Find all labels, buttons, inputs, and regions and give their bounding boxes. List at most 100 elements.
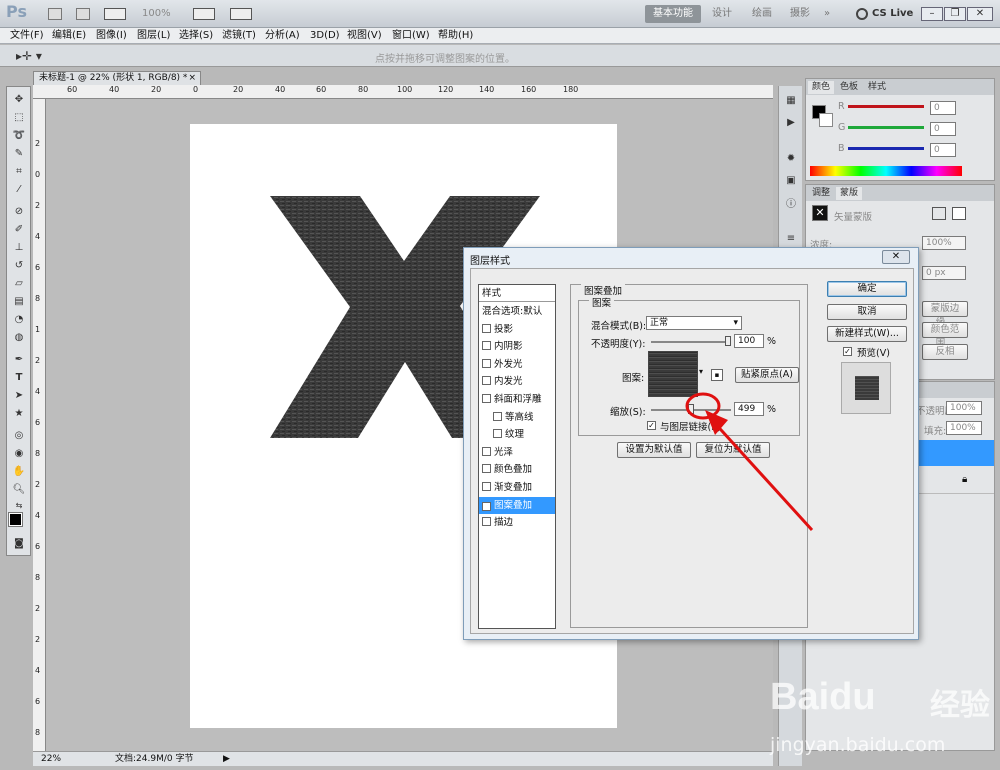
invert-button[interactable]: 反相 <box>922 344 968 360</box>
style-item[interactable]: 颜色叠加 <box>479 461 555 478</box>
eyedropper-tool-icon[interactable]: ⁄ <box>11 183 27 197</box>
quick-mask-icon[interactable]: ◙ <box>11 537 27 551</box>
color-spectrum-bar[interactable] <box>810 166 962 176</box>
layer-opacity-field[interactable]: 100% <box>946 401 982 415</box>
menu-help[interactable]: 帮助(H) <box>438 29 473 43</box>
opacity-slider-thumb[interactable] <box>725 336 731 346</box>
pen-tool-icon[interactable]: ✒ <box>11 353 27 367</box>
eraser-tool-icon[interactable]: ▱ <box>11 277 27 291</box>
path-select-tool-icon[interactable]: ➤ <box>11 389 27 403</box>
style-item[interactable]: ✓ 图案叠加 <box>479 496 555 514</box>
style-item[interactable]: 内阴影 <box>479 338 555 355</box>
menu-3d[interactable]: 3D(D) <box>310 29 340 43</box>
ok-button[interactable]: 确定 <box>827 281 907 297</box>
feather-field[interactable]: 0 px <box>922 266 966 280</box>
opacity-slider-track[interactable] <box>651 341 731 343</box>
link-with-layer-checkbox[interactable]: ✓ <box>647 421 656 430</box>
menu-window[interactable]: 窗口(W) <box>392 29 430 43</box>
preview-checkbox[interactable]: ✓ <box>843 347 852 356</box>
info-panel-icon[interactable]: ⓘ <box>783 198 799 212</box>
workspace-photography[interactable]: 摄影 <box>783 5 817 23</box>
minimize-button[interactable]: – <box>921 7 943 21</box>
tab-styles[interactable]: 样式 <box>864 81 890 94</box>
style-checkbox[interactable] <box>482 446 491 456</box>
workspace-essentials[interactable]: 基本功能 <box>645 5 701 23</box>
style-checkbox[interactable]: ✓ <box>482 501 491 511</box>
styles-header[interactable]: 样式 <box>479 285 555 302</box>
document-tab[interactable]: 未标题-1 @ 22% (形状 1, RGB/8) * × <box>33 71 201 85</box>
style-checkbox[interactable] <box>493 411 502 421</box>
crop-tool-icon[interactable]: ⌗ <box>11 165 27 179</box>
history-brush-tool-icon[interactable]: ↺ <box>11 259 27 273</box>
bridge-icon[interactable] <box>48 8 62 20</box>
style-item[interactable]: 内发光 <box>479 373 555 390</box>
close-button[interactable]: ✕ <box>967 7 993 21</box>
status-menu-icon[interactable]: ▶ <box>223 752 230 766</box>
style-item[interactable]: 描边 <box>479 514 555 531</box>
style-checkbox[interactable] <box>482 517 491 527</box>
lasso-tool-icon[interactable]: ➰ <box>11 129 27 143</box>
menu-edit[interactable]: 编辑(E) <box>52 29 86 43</box>
gradient-tool-icon[interactable]: ▤ <box>11 295 27 309</box>
tab-color[interactable]: 颜色 <box>808 81 835 94</box>
style-item[interactable]: 纹理 <box>479 426 555 443</box>
color-range-button[interactable]: 颜色范围... <box>922 322 968 349</box>
menu-image[interactable]: 图像(I) <box>96 29 127 43</box>
3d-rotate-tool-icon[interactable]: ◎ <box>11 429 27 443</box>
shape-tool-icon[interactable]: ★ <box>11 407 27 421</box>
vector-mask-button[interactable] <box>952 207 966 220</box>
view-extras-icon[interactable] <box>104 8 126 20</box>
opacity-field[interactable]: 100 <box>734 334 764 348</box>
workspace-painting[interactable]: 绘画 <box>745 5 779 23</box>
actions-panel-icon[interactable]: ▶ <box>783 116 799 130</box>
channel-slider[interactable] <box>848 126 924 129</box>
cancel-button[interactable]: 取消 <box>827 304 907 320</box>
layer-fill-field[interactable]: 100% <box>946 421 982 435</box>
dodge-tool-icon[interactable]: ◍ <box>11 331 27 345</box>
swap-colors-icon[interactable]: ⇆ <box>11 499 27 513</box>
cslive-label[interactable]: CS Live <box>872 6 913 22</box>
tab-masks[interactable]: 蒙版 <box>836 187 863 200</box>
dialog-close-button[interactable]: ✕ <box>882 250 910 264</box>
menu-filter[interactable]: 滤镜(T) <box>222 29 256 43</box>
style-item[interactable]: 等高线 <box>479 409 555 426</box>
healing-brush-tool-icon[interactable]: ⊘ <box>11 205 27 219</box>
zoom-tool-icon[interactable]: 🔍︎ <box>11 483 27 497</box>
style-checkbox[interactable] <box>482 464 491 474</box>
channel-value-field[interactable]: 0 <box>930 143 956 157</box>
zoom-level[interactable]: 100% <box>142 6 171 22</box>
brush-panel-icon[interactable]: ✹ <box>783 152 799 166</box>
mini-bridge-icon[interactable] <box>76 8 90 20</box>
density-field[interactable]: 100% <box>922 236 966 250</box>
cslive-icon[interactable] <box>856 8 868 20</box>
move-tool-preset-icon[interactable]: ▸✛ ▾ <box>16 49 42 63</box>
3d-orbit-tool-icon[interactable]: ◉ <box>11 447 27 461</box>
workspace-more[interactable]: » <box>818 5 836 23</box>
style-checkbox[interactable] <box>482 394 491 403</box>
style-checkbox[interactable] <box>482 341 491 351</box>
marquee-tool-icon[interactable]: ⬚ <box>11 111 27 125</box>
status-zoom[interactable]: 22% <box>41 752 61 766</box>
history-panel-icon[interactable]: ▦ <box>783 94 799 108</box>
clone-stamp-tool-icon[interactable]: ⊥ <box>11 241 27 255</box>
menu-select[interactable]: 选择(S) <box>179 29 213 43</box>
menu-analysis[interactable]: 分析(A) <box>265 29 300 43</box>
close-document-icon[interactable]: × <box>188 72 196 85</box>
type-tool-icon[interactable]: T <box>11 371 27 385</box>
move-tool-icon[interactable]: ✥ <box>11 93 27 107</box>
blend-mode-select[interactable]: 正常 ▾ <box>646 316 742 330</box>
style-checkbox[interactable] <box>493 429 502 439</box>
tab-adjustments[interactable]: 调整 <box>808 187 834 200</box>
style-item[interactable]: 投影 <box>479 321 555 338</box>
channel-value-field[interactable]: 0 <box>930 101 956 115</box>
status-doc-info[interactable]: 文档:24.9M/0 字节 <box>115 752 193 766</box>
style-item[interactable]: 外发光 <box>479 356 555 373</box>
arrange-docs-icon[interactable] <box>193 8 215 20</box>
brush-tool-icon[interactable]: ✐ <box>11 223 27 237</box>
screen-mode-icon[interactable] <box>230 8 252 20</box>
style-item[interactable]: 光泽 <box>479 444 555 461</box>
mask-edge-button[interactable]: 蒙版边缘... <box>922 301 968 328</box>
hand-tool-icon[interactable]: ✋ <box>11 465 27 479</box>
foreground-color-swatch[interactable] <box>8 512 23 527</box>
menu-view[interactable]: 视图(V) <box>347 29 382 43</box>
